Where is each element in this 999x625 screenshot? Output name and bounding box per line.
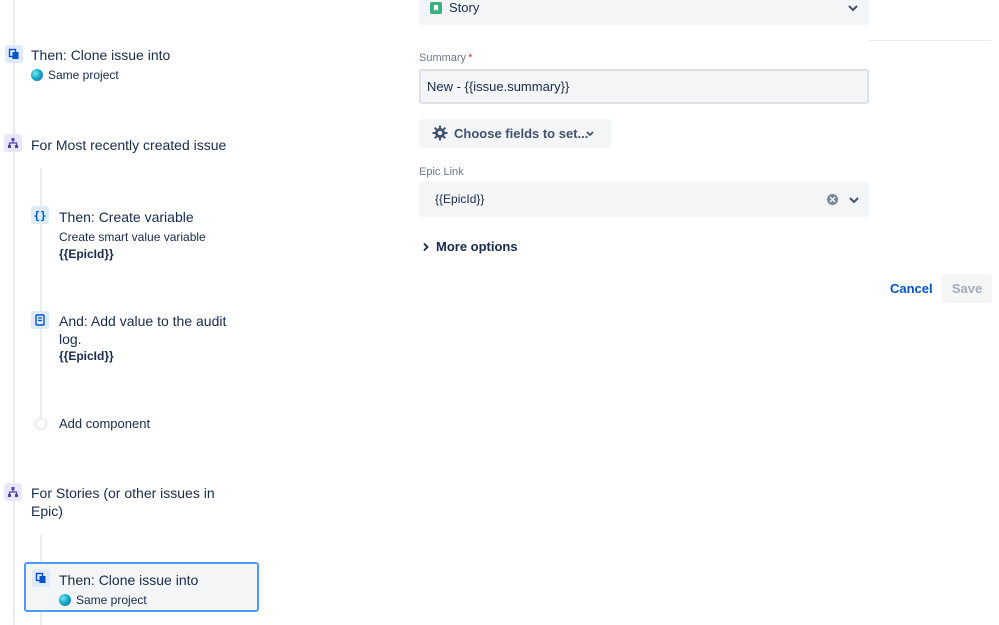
- audit-log-value: {{EpicId}}: [59, 349, 114, 363]
- epic-link-label: Epic Link: [419, 166, 464, 178]
- branch-recent-title: For Most recently created issue: [31, 137, 227, 153]
- clone-issue-target: Same project: [31, 67, 119, 83]
- add-component-dot[interactable]: [35, 418, 47, 430]
- clone-issue-title: Then: Clone issue into: [31, 47, 171, 63]
- create-variable-title: Then: Create variable: [59, 209, 194, 225]
- branch-icon: [4, 483, 22, 501]
- choose-fields-button[interactable]: Choose fields to set...: [419, 119, 611, 148]
- epic-link-select[interactable]: {{EpicId}}: [419, 182, 869, 217]
- summary-input[interactable]: New - {{issue.summary}}: [419, 69, 869, 104]
- branch-stories-title-line1: For Stories (or other issues in: [31, 485, 215, 501]
- add-component-link[interactable]: Add component: [59, 416, 150, 432]
- required-mark: *: [468, 52, 473, 64]
- rule-spine: [13, 0, 15, 625]
- epic-link-value: {{EpicId}}: [435, 192, 485, 206]
- cancel-button[interactable]: Cancel: [890, 281, 933, 296]
- branch-icon: [4, 134, 22, 152]
- divider: [869, 40, 991, 41]
- create-variable-value: {{EpicId}}: [59, 247, 114, 261]
- create-variable-subtitle: Create smart value variable: [59, 230, 206, 244]
- branch-stories-title-line2: Epic): [31, 503, 63, 519]
- gear-icon: [432, 125, 448, 141]
- issue-type-select[interactable]: Story: [419, 0, 869, 25]
- clone-issue-target: Same project: [59, 592, 147, 608]
- project-globe-icon: [31, 69, 43, 81]
- braces-icon: {}: [31, 206, 49, 224]
- summary-label: Summary *: [419, 52, 473, 64]
- clone-icon: [32, 569, 50, 587]
- clear-icon[interactable]: [827, 194, 838, 205]
- clone-issue-title: Then: Clone issue into: [59, 572, 199, 588]
- project-globe-icon: [59, 594, 71, 606]
- audit-log-title-line2: log.: [59, 331, 82, 347]
- more-options-label: More options: [436, 239, 518, 254]
- choose-fields-label: Choose fields to set...: [454, 126, 589, 141]
- story-icon: [430, 2, 442, 14]
- chevron-down-icon: [586, 131, 594, 137]
- chevron-right-icon: [423, 242, 429, 252]
- chevron-down-icon: [848, 5, 858, 12]
- issue-type-value: Story: [449, 0, 480, 15]
- clone-icon: [5, 45, 23, 63]
- chevron-down-icon: [849, 197, 859, 204]
- audit-log-title-line1: And: Add value to the audit: [59, 313, 227, 329]
- save-button[interactable]: Save: [942, 274, 992, 303]
- audit-log-icon: [31, 311, 49, 329]
